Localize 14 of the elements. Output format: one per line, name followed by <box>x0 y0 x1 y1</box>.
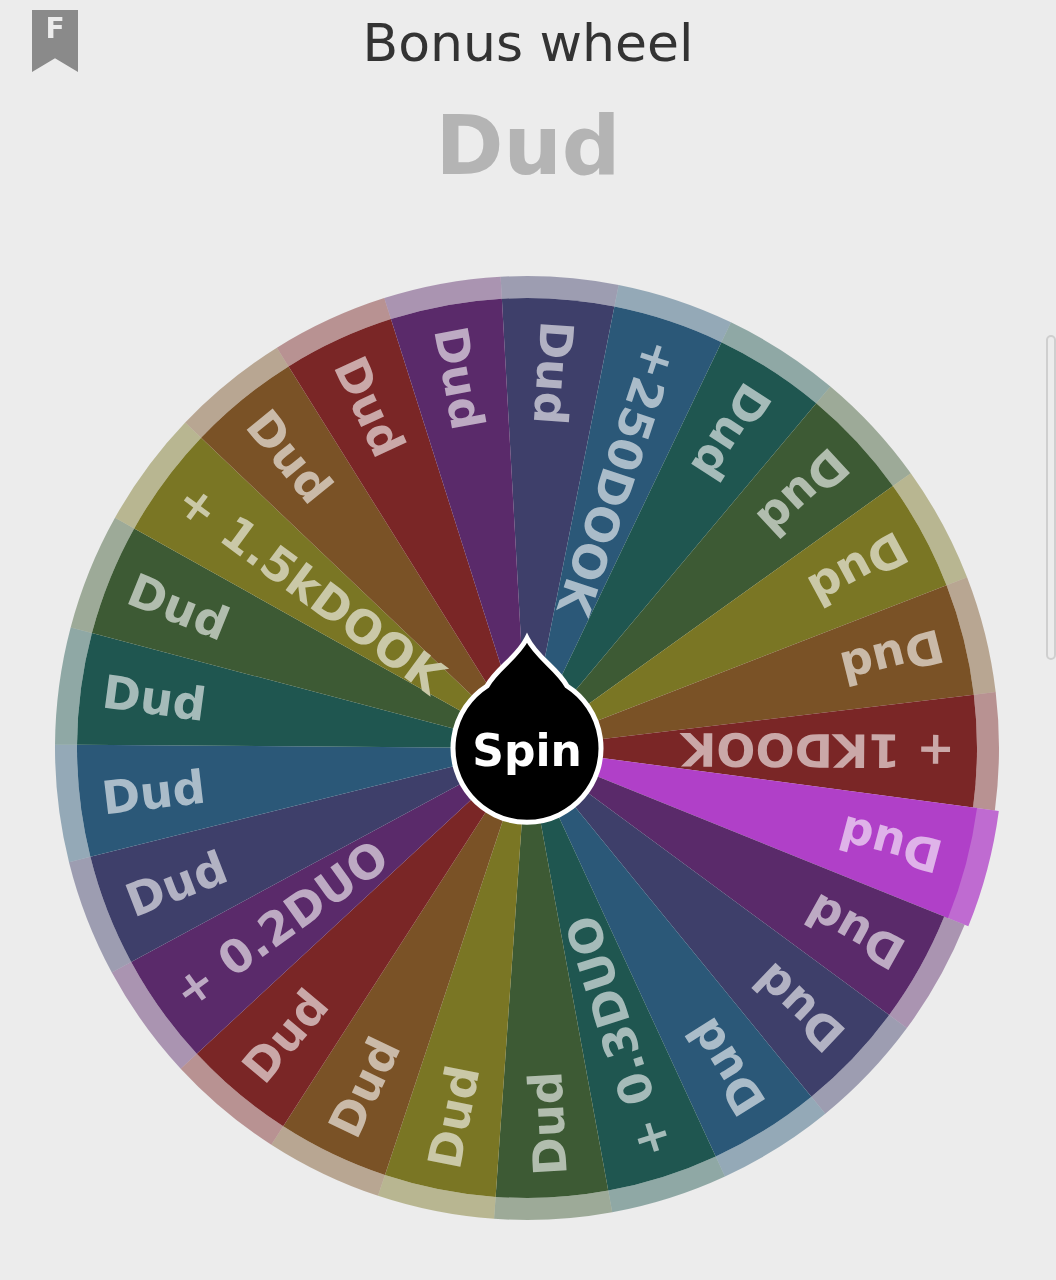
segment-label: Dud <box>518 1070 578 1177</box>
segment-label: Dud <box>317 1028 412 1146</box>
segment-label: Dud <box>423 322 496 435</box>
segment-label: Dud <box>98 759 209 826</box>
spin-button[interactable]: Spin <box>450 635 604 825</box>
segment-label: Dud <box>835 618 949 696</box>
segment-label: Dud <box>417 1060 491 1174</box>
side-tab[interactable] <box>1046 335 1056 660</box>
segment-label: Dud <box>322 348 416 466</box>
result-text: Dud <box>435 97 621 195</box>
segment-label: Dud <box>99 664 210 732</box>
page-title: Bonus wheel <box>362 13 694 73</box>
segment-label: Dud <box>833 804 948 884</box>
segment-label: + 1KDOOK <box>680 722 956 778</box>
